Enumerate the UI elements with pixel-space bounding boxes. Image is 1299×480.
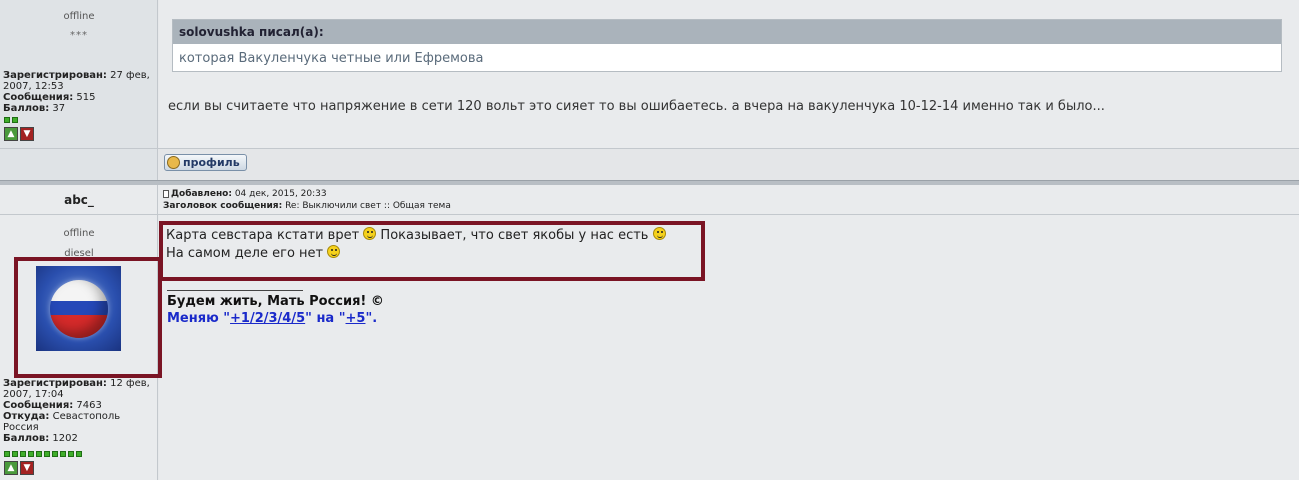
points-label: Баллов: [3,103,50,114]
messages-label: Сообщения: [3,400,74,411]
rank-dot [60,451,66,457]
rank-dot [12,451,18,457]
second-user-stats: Зарегистрирован: 12 фев, 2007, 17:04 Соо… [3,378,155,444]
second-user-rank-bar [4,451,82,457]
second-user-vote: ▲ ▼ [4,461,34,475]
post-author[interactable]: abc_ [0,193,158,207]
post-meta: Добавлено: 04 дек, 2015, 20:33 Заголовок… [163,188,451,212]
thumbs-up-icon[interactable]: ▲ [4,461,18,475]
registered-label: Зарегистрирован: [3,378,107,389]
signature-separator [167,290,303,291]
signature-line-1: Будем жить, Мать Россия! © [167,294,384,309]
added-label: Добавлено: [171,189,232,199]
rank-dot [52,451,58,457]
rank-dot [20,451,26,457]
rank-dot [44,451,50,457]
points-value: 37 [52,103,66,114]
top-user-rank-stars: *** [70,30,88,41]
added-value: 04 дек, 2015, 20:33 [234,189,327,199]
top-post-text: если вы считаете что напряжение в сети 1… [168,99,1105,114]
signature-text: Меняю " [167,311,231,326]
quote-author: solovushka писал(а): [173,20,1281,44]
top-user-rank-bar [4,117,18,123]
signature-line-2: Меняю "+1/2/3/4/5" на "+5". [167,311,377,326]
rank-dot [36,451,42,457]
registered-label: Зарегистрирован: [3,70,107,81]
rank-dot [68,451,74,457]
user-icon [167,156,180,169]
rank-dot [4,451,10,457]
profile-button[interactable]: профиль [164,154,247,171]
post-icon [163,189,169,198]
signature-text: ". [365,311,378,326]
signature-link[interactable]: +1/2/3/4/5 [230,311,305,326]
quote-block: solovushka писал(а): которая Вакуленчука… [172,19,1282,72]
subject-label: Заголовок сообщения: [163,201,283,211]
signature-text: " на " [305,311,346,326]
thumbs-down-icon[interactable]: ▼ [20,127,34,141]
points-value: 1202 [52,433,78,444]
points-label: Баллов: [3,433,50,444]
rank-dot [4,117,10,123]
rank-dot [12,117,18,123]
rank-dot [76,451,82,457]
thumbs-up-icon[interactable]: ▲ [4,127,18,141]
messages-value: 7463 [76,400,102,411]
top-user-vote: ▲ ▼ [4,127,34,141]
quote-text: которая Вакуленчука четные или Ефремова [179,51,484,66]
messages-value: 515 [76,92,96,103]
rank-dot [28,451,34,457]
second-user-status: offline [63,228,95,239]
top-user-stats: Зарегистрирован: 27 фев, 2007, 12:53 Соо… [3,70,155,114]
subject-value: Re: Выключили свет :: Общая тема [285,201,451,211]
messages-label: Сообщения: [3,92,74,103]
profile-button-label: профиль [183,156,240,169]
top-user-status: offline [63,11,95,22]
message-highlight-frame [159,221,705,281]
thumbs-down-icon[interactable]: ▼ [20,461,34,475]
avatar-highlight-frame [14,257,162,378]
signature-link[interactable]: +5 [346,311,366,326]
from-label: Откуда: [3,411,50,422]
